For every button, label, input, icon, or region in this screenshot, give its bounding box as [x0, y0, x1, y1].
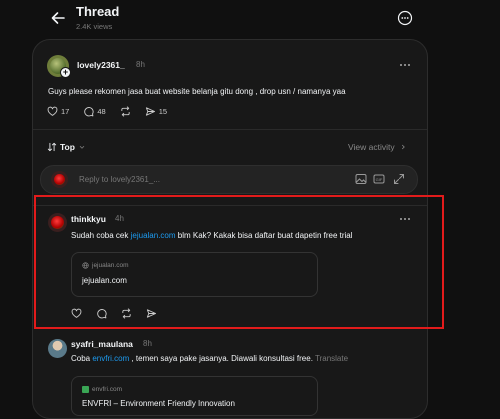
- svg-text:GIF: GIF: [376, 177, 383, 182]
- comment-icon: [84, 107, 94, 117]
- share-count: 15: [158, 107, 168, 116]
- image-icon: [355, 174, 367, 184]
- heart-icon: [47, 106, 58, 116]
- reply-time: 8h: [143, 339, 152, 348]
- reply-username[interactable]: syafri_maulana: [71, 339, 133, 349]
- view-activity-link[interactable]: View activity: [348, 142, 407, 152]
- translate-link[interactable]: Translate: [315, 354, 348, 363]
- arrow-left-icon: [51, 12, 65, 24]
- op-text: Guys please rekomen jasa buat website be…: [48, 87, 346, 96]
- site-favicon: [82, 386, 89, 393]
- back-button[interactable]: [48, 8, 68, 28]
- reply-placeholder: Reply to lovely2361_...: [79, 175, 160, 184]
- op-more-button[interactable]: [398, 60, 412, 70]
- view-activity-label: View activity: [348, 142, 395, 152]
- sort-icon: [47, 142, 57, 152]
- reply-text: Coba envfri.com , temen saya pake jasany…: [71, 354, 348, 363]
- repost-icon: [121, 106, 130, 117]
- gif-icon: GIF: [373, 174, 385, 184]
- view-count: 2.4K views: [76, 22, 113, 31]
- share-button[interactable]: 15: [145, 106, 167, 117]
- more-circle-icon: [397, 10, 413, 26]
- follow-plus-icon[interactable]: +: [60, 67, 71, 78]
- link-preview-card[interactable]: [71, 376, 318, 416]
- op-username[interactable]: lovely2361_: [77, 60, 125, 70]
- like-count: 17: [61, 107, 70, 116]
- send-icon: [145, 107, 155, 116]
- reply-text-before: Coba: [71, 354, 93, 363]
- more-dots-icon: [400, 64, 410, 66]
- repost-button[interactable]: [120, 106, 131, 117]
- page-title: Thread: [76, 4, 120, 19]
- link-preview-domain-row: envfri.com: [82, 386, 122, 393]
- op-time: 8h: [136, 60, 145, 69]
- reply-avatar[interactable]: [48, 339, 67, 358]
- link-preview-domain: envfri.com: [92, 386, 122, 393]
- chevron-down-icon: [79, 145, 85, 149]
- expand-button[interactable]: [393, 173, 405, 185]
- gif-button[interactable]: GIF: [373, 173, 385, 185]
- expand-icon: [394, 174, 404, 184]
- reply-link[interactable]: envfri.com: [92, 354, 129, 363]
- reply-text-after: , temen saya pake jasanya. Diawali konsu…: [129, 354, 313, 363]
- comment-button[interactable]: 48: [83, 106, 106, 117]
- sort-label: Top: [60, 142, 75, 152]
- comment-count: 48: [97, 107, 106, 116]
- thread-more-button[interactable]: [396, 9, 414, 27]
- current-user-avatar: [51, 171, 68, 188]
- sort-dropdown[interactable]: Top: [47, 142, 86, 152]
- image-attach-button[interactable]: [355, 173, 367, 185]
- link-preview-title: ENVFRI – Environment Friendly Innovation: [82, 399, 235, 408]
- like-button[interactable]: 17: [47, 106, 69, 117]
- op-actions: 17 48 15: [47, 106, 167, 117]
- chevron-right-icon: [401, 144, 405, 150]
- divider: [33, 129, 427, 130]
- highlight-box: [34, 195, 444, 329]
